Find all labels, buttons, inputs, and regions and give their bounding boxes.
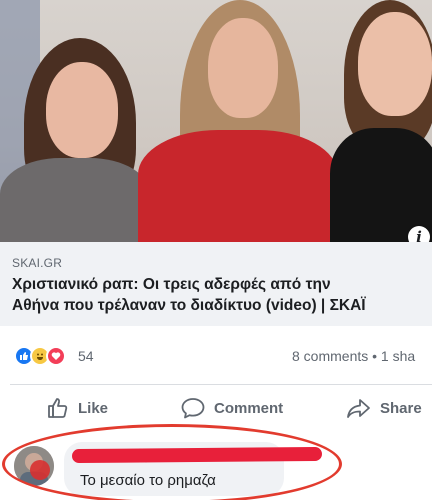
- avatar[interactable]: [14, 446, 54, 486]
- share-label: Share: [380, 399, 422, 417]
- thumbs-up-icon: [48, 398, 68, 418]
- like-label: Like: [78, 399, 109, 417]
- comment-text: Το μεσαίο το ρημαζα: [80, 472, 216, 489]
- headline-line-1: Χριστιανικό ραπ: Οι τρεις αδερφές από τη…: [12, 276, 331, 293]
- comment-label: Comment: [214, 399, 284, 417]
- comments-shares-count[interactable]: 8 comments • 1 sha: [292, 348, 415, 364]
- action-bar: Like Comment Share: [0, 388, 432, 428]
- headline-line-2: Αθήνα που τρέλαναν το διαδίκτυο (video) …: [12, 297, 366, 314]
- comment-button[interactable]: Comment: [180, 396, 283, 420]
- comment: Κ... ...ργ...ς Το μεσαίο το ρημαζα: [0, 436, 432, 500]
- love-reaction-icon: [46, 346, 66, 366]
- divider: [10, 384, 432, 385]
- share-button[interactable]: Share: [346, 396, 422, 420]
- share-arrow-icon: [347, 399, 370, 418]
- reaction-icons[interactable]: [14, 346, 66, 366]
- person-right: [330, 0, 432, 242]
- link-preview[interactable]: SKAI.GR Χριστιανικό ραπ: Οι τρεις αδερφέ…: [0, 242, 432, 326]
- link-source: SKAI.GR: [12, 256, 63, 270]
- reactions-row: 54 8 comments • 1 sha: [0, 338, 432, 374]
- person-middle: [138, 0, 338, 242]
- redaction-mark: [71, 446, 323, 464]
- reaction-count[interactable]: 54: [78, 348, 94, 364]
- comment-bubble-icon: [181, 398, 205, 419]
- info-icon[interactable]: i: [408, 226, 430, 242]
- like-button[interactable]: Like: [46, 396, 108, 420]
- person-left: [0, 30, 150, 242]
- video-thumbnail[interactable]: i: [0, 0, 432, 242]
- link-headline[interactable]: Χριστιανικό ραπ: Οι τρεις αδερφές από τη…: [12, 274, 420, 316]
